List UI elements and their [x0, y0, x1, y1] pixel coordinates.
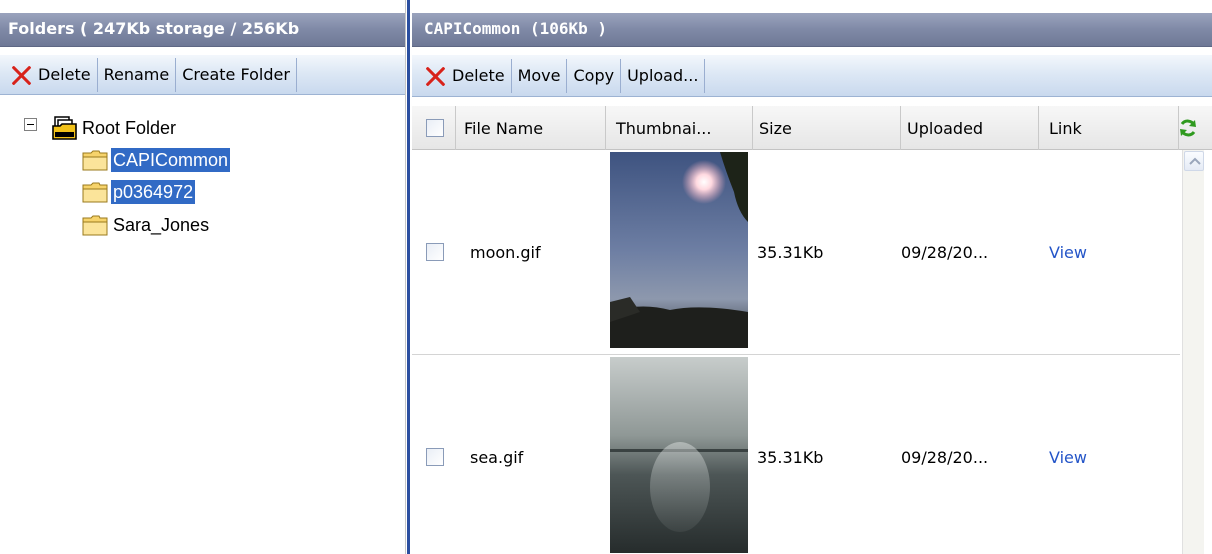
- table-row[interactable]: moon.gif 35.31Kb 09/28/20... View: [412, 150, 1180, 355]
- file-grid: moon.gif 35.31Kb 09/28/20... View sea.gi…: [412, 150, 1180, 554]
- view-link[interactable]: View: [1049, 150, 1087, 354]
- delete-icon: [10, 64, 32, 86]
- col-header-size[interactable]: Size: [753, 106, 901, 150]
- files-pane-title: CAPICommon (106Kb ): [412, 13, 1212, 47]
- rename-folder-button[interactable]: Rename: [98, 57, 177, 92]
- file-name-cell: moon.gif: [470, 242, 541, 262]
- upload-button[interactable]: Upload...: [621, 58, 706, 93]
- folders-pane: Folders ( 247Kb storage / 256Kb Delete R…: [0, 0, 406, 554]
- tree-item-capicommon[interactable]: CAPICommon: [82, 146, 231, 174]
- moon-thumbnail[interactable]: [610, 152, 748, 348]
- delete-folder-button[interactable]: Delete: [4, 57, 98, 92]
- uploaded-cell: 09/28/20...: [901, 242, 989, 262]
- root-folder-icon: [52, 115, 78, 141]
- file-name-cell: sea.gif: [470, 447, 524, 467]
- row-select-cell: [426, 150, 444, 354]
- table-row[interactable]: sea.gif 35.31Kb 09/28/20... View: [412, 355, 1180, 554]
- size-cell: 35.31Kb: [757, 447, 824, 467]
- copy-button[interactable]: Copy: [567, 58, 622, 93]
- tree-item-label: p0364972: [111, 180, 196, 204]
- row-select-cell: [426, 355, 444, 554]
- delete-folder-label: Delete: [38, 65, 91, 84]
- col-header-file-name[interactable]: File Name: [456, 106, 606, 150]
- select-all-cell: [412, 106, 456, 150]
- col-header-thumbnail[interactable]: Thumbnai...: [606, 106, 753, 150]
- tree-item-label: Sara_Jones: [113, 215, 210, 235]
- view-link[interactable]: View: [1049, 355, 1087, 554]
- col-header-link[interactable]: Link: [1039, 106, 1179, 150]
- move-button[interactable]: Move: [512, 58, 568, 93]
- tree-item-label: CAPICommon: [111, 148, 231, 172]
- file-grid-header: File Name Thumbnai... Size Uploaded Link: [412, 106, 1212, 150]
- delete-file-label: Delete: [452, 66, 505, 85]
- folders-pane-title: Folders ( 247Kb storage / 256Kb: [0, 13, 405, 47]
- col-header-uploaded[interactable]: Uploaded: [901, 106, 1039, 150]
- uploaded-cell: 09/28/20...: [901, 447, 989, 467]
- folder-icon: [82, 149, 108, 171]
- collapse-toggle-icon[interactable]: [24, 118, 37, 131]
- row-checkbox[interactable]: [426, 448, 444, 466]
- size-cell: 35.31Kb: [757, 242, 824, 262]
- vertical-scrollbar[interactable]: [1182, 150, 1204, 554]
- files-pane: CAPICommon (106Kb ) Delete Move Copy Upl…: [412, 0, 1212, 554]
- chevron-up-icon: [1189, 157, 1201, 165]
- refresh-icon[interactable]: [1178, 118, 1198, 138]
- select-all-checkbox[interactable]: [426, 119, 444, 137]
- tree-item-label: Root Folder: [82, 118, 177, 138]
- scroll-up-button[interactable]: [1184, 151, 1204, 171]
- tree-item-sara-jones[interactable]: Sara_Jones: [82, 211, 211, 239]
- tree-item-p0364972[interactable]: p0364972: [82, 178, 196, 206]
- folder-icon: [82, 181, 108, 203]
- files-toolbar: Delete Move Copy Upload...: [412, 55, 1212, 97]
- folder-icon: [82, 214, 108, 236]
- delete-file-button[interactable]: Delete: [418, 58, 512, 93]
- delete-icon: [424, 65, 446, 87]
- create-folder-button[interactable]: Create Folder: [176, 57, 297, 92]
- tree-item-root[interactable]: Root Folder: [52, 114, 178, 142]
- folders-toolbar: Delete Rename Create Folder: [0, 55, 405, 95]
- sea-thumbnail[interactable]: [610, 357, 748, 553]
- row-checkbox[interactable]: [426, 243, 444, 261]
